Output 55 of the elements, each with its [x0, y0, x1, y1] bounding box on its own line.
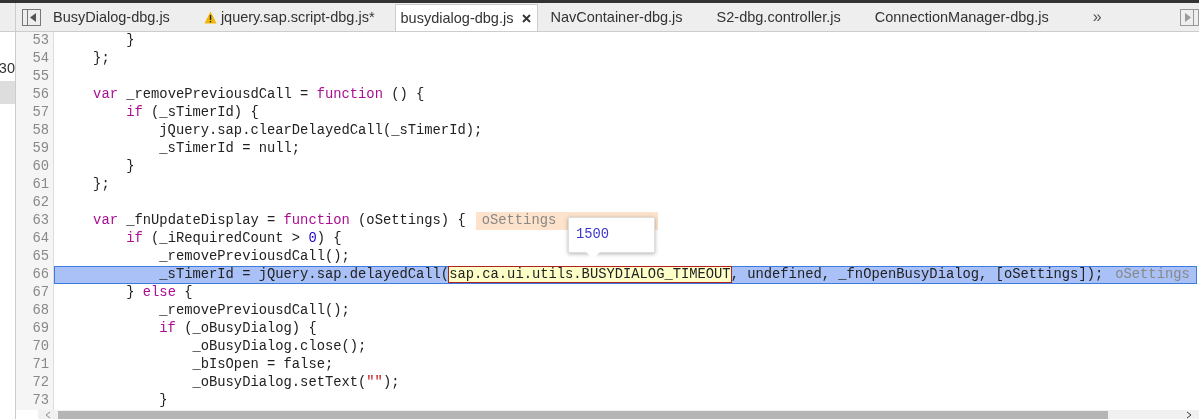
line-number: 54 — [16, 50, 54, 68]
line-number: 71 — [16, 356, 54, 374]
file-tab[interactable]: NavContainer-dbg.js — [546, 3, 697, 31]
code-line: } — [126, 32, 135, 50]
sidebar-toggle-icon[interactable] — [1180, 8, 1199, 26]
code-line: } — [126, 158, 135, 176]
line-number: 56 — [16, 86, 54, 104]
line-number: 69 — [16, 320, 54, 338]
code-line: _oBusyDialog.close(); — [192, 338, 367, 356]
code-line: }; — [93, 50, 110, 68]
file-tab[interactable]: jquery.sap.script-dbg.js* — [199, 3, 389, 31]
code-line: _removePreviousdCall(); — [159, 248, 350, 266]
scroll-right-icon[interactable] — [1185, 410, 1193, 419]
code-line: var _removePreviousdCall = function () { — [93, 86, 425, 104]
line-number: 53 — [16, 32, 54, 50]
line-number: 73 — [16, 392, 54, 410]
line-number: 64 — [16, 230, 54, 248]
scroll-left-icon[interactable] — [44, 410, 52, 419]
code-line: }; — [93, 176, 110, 194]
code-line: var _fnUpdateDisplay = function (oSettings) { — [93, 212, 466, 230]
inline-value-hint: oSettings — [1115, 266, 1190, 284]
close-icon[interactable] — [522, 13, 532, 23]
more-tabs-button[interactable]: » — [1092, 8, 1102, 26]
line-number: 62 — [16, 194, 54, 212]
line-number: 72 — [16, 374, 54, 392]
line-number: 65 — [16, 248, 54, 266]
line-number: 55 — [16, 68, 54, 86]
code-line: _oBusyDialog.setText(""); — [192, 374, 400, 392]
line-number: 59 — [16, 140, 54, 158]
line-number: 63 — [16, 212, 54, 230]
line-number: 61 — [16, 176, 54, 194]
line-number: 60 — [16, 158, 54, 176]
code-line: _bIsOpen = false; — [192, 356, 334, 374]
code-line: _sTimerId = null; — [159, 140, 301, 158]
line-number: 68 — [16, 302, 54, 320]
code-line: _sTimerId = jQuery.sap.delayedCall(sap.ca.ui.utils.BUSYDIALOG_TIMEOUT, undefined, _fnOpenBusyDialog, [oSettings]); — [159, 266, 1104, 284]
horizontal-scrollbar[interactable] — [38, 410, 1199, 419]
line-number: 66 — [16, 266, 54, 284]
line-number: 70 — [16, 338, 54, 356]
panel-text: 30 — [0, 59, 15, 77]
file-tab[interactable]: S2-dbg.controller.js — [712, 3, 855, 31]
file-tab[interactable]: BusyDialog-dbg.js — [49, 3, 184, 31]
line-number: 58 — [16, 122, 54, 140]
file-tab[interactable]: ConnectionManager-dbg.js — [870, 3, 1063, 31]
code-line: } — [159, 392, 168, 410]
code-line: if (_iRequiredCount > 0) { — [126, 230, 342, 248]
code-line: if (_sTimerId) { — [126, 104, 259, 122]
code-line: jQuery.sap.clearDelayedCall(_sTimerId); — [159, 122, 483, 140]
code-line: _removePreviousdCall(); — [159, 302, 350, 320]
code-line: if (_oBusyDialog) { — [159, 320, 317, 338]
line-number: 57 — [16, 104, 54, 122]
line-number: 67 — [16, 284, 54, 302]
code-line: } else { — [126, 284, 193, 302]
sidebar-toggle-icon[interactable] — [22, 8, 41, 26]
file-tab[interactable]: busydialog-dbg.js — [394, 4, 539, 31]
